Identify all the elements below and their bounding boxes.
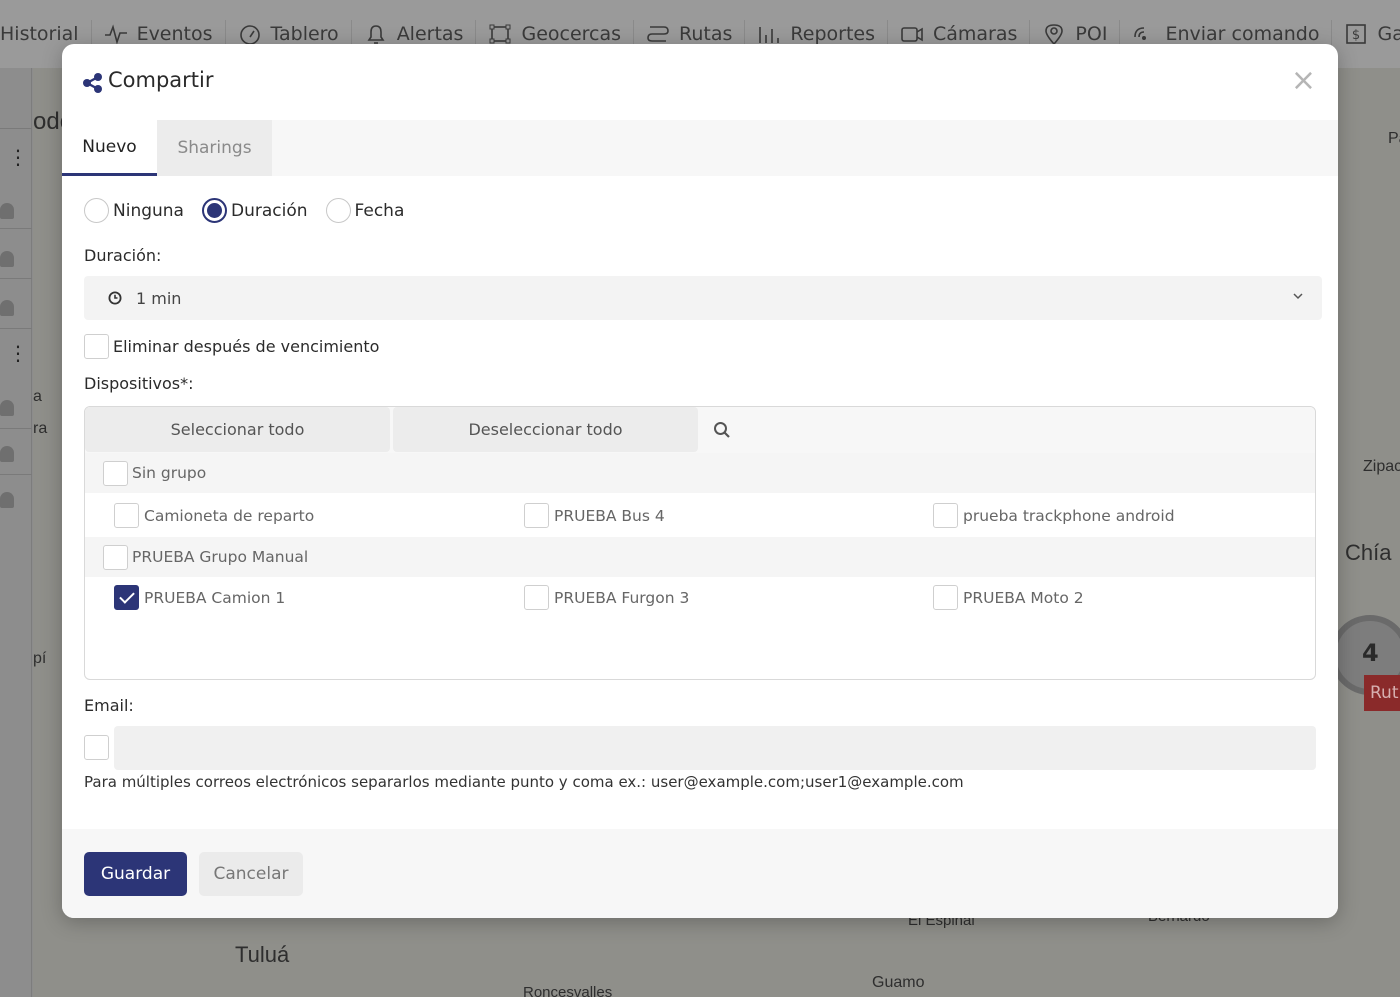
devices-selector: Seleccionar todo Deseleccionar todo Sin … [84,406,1316,680]
delete-after-expiry-option[interactable]: Eliminar después de vencimiento [84,334,379,359]
pin-icon [1045,24,1064,45]
email-input[interactable] [114,726,1316,770]
tab-nuevo[interactable]: Nuevo [62,120,157,176]
modal-header: Compartir × [62,44,1338,120]
nav-gastos[interactable]: $Gastos [1332,20,1400,48]
device-checkbox[interactable] [524,585,549,610]
delete-after-expiry-checkbox[interactable] [84,334,109,359]
user-icon[interactable] [0,492,14,508]
left-toolbar: ⋮ ⋮ [0,68,32,997]
group-name: PRUEBA Grupo Manual [132,548,309,566]
divider [0,428,32,429]
devices-label: Dispositivos*: [84,374,194,393]
divider [0,128,32,129]
device-item[interactable]: Camioneta de reparto [114,503,314,528]
user-icon[interactable] [0,203,14,219]
pulse-icon [104,24,127,45]
select-all-button[interactable]: Seleccionar todo [85,407,390,452]
radio-circle [325,198,351,223]
route-badge[interactable]: Rut [1364,675,1400,711]
share-icon [83,73,102,93]
group-row[interactable]: PRUEBA Grupo Manual [85,537,1315,577]
radio-circle [84,198,109,223]
duration-value: 1 min [136,288,182,308]
device-item[interactable]: PRUEBA Bus 4 [524,503,665,528]
device-item[interactable]: PRUEBA Camion 1 [114,585,285,610]
email-hint: Para múltiples correos electrónicos sepa… [84,773,964,791]
user-icon[interactable] [0,400,14,416]
email-label: Email: [84,696,134,715]
divider [0,228,32,229]
map-label: Tuluá [235,942,290,967]
cancel-button[interactable]: Cancelar [199,852,303,896]
radio-duracion[interactable]: Duración [201,198,308,223]
search-icon[interactable] [713,421,731,439]
user-icon[interactable] [0,446,14,462]
duration-label: Duración: [84,246,162,265]
bell-icon [367,25,385,44]
modal-footer: Guardar Cancelar [62,829,1338,918]
user-icon[interactable] [0,251,14,267]
email-checkbox[interactable] [84,735,109,760]
device-checkbox[interactable] [524,503,549,528]
deselect-all-button[interactable]: Deseleccionar todo [393,407,698,452]
map-label: Pa [1388,130,1400,147]
radio-ninguna[interactable]: Ninguna [84,198,184,223]
device-checkbox[interactable] [933,585,958,610]
user-icon[interactable] [0,300,14,316]
device-checkbox[interactable] [114,585,139,610]
map-label: Zipac [1363,458,1400,475]
group-row[interactable]: Sin grupo [85,453,1315,493]
divider [0,328,32,329]
route-icon [647,26,669,42]
dollar-icon: $ [1346,24,1367,44]
map-label: Chía [1345,540,1392,565]
group-checkbox[interactable] [103,544,128,570]
duration-select[interactable]: 1 min [84,276,1322,320]
radio-fecha[interactable]: Fecha [325,198,404,223]
map-label: Roncesvalles [523,984,613,997]
device-checkbox[interactable] [933,503,958,528]
camera-icon [901,27,923,42]
delete-after-expiry-label: Eliminar después de vencimiento [113,337,380,356]
map-label: Guamo [872,974,925,991]
more-vertical-icon[interactable]: ⋮ [8,343,28,363]
share-modal: Compartir × Nuevo Sharings Ninguna Durac… [62,44,1338,918]
map-label: a [33,388,42,405]
chart-icon [759,27,780,43]
tab-sharings[interactable]: Sharings [157,120,272,176]
map-label: ra [33,420,48,437]
tab-bar-fill [272,120,1338,176]
more-vertical-icon[interactable]: ⋮ [8,147,28,167]
device-item[interactable]: PRUEBA Moto 2 [933,585,1084,610]
device-checkbox[interactable] [114,503,139,528]
divider [0,474,32,475]
save-button[interactable]: Guardar [84,852,187,896]
modal-title: Compartir [108,68,214,92]
device-item[interactable]: prueba trackphone android [933,503,1175,528]
svg-text:$: $ [1352,28,1360,43]
group-checkbox[interactable] [103,460,128,486]
email-row [84,726,1316,770]
chevron-down-icon [1293,293,1303,300]
close-icon[interactable]: × [1291,66,1316,96]
group-name: Sin grupo [132,464,207,482]
radio-circle [201,198,227,223]
map-label: pí [33,650,47,667]
gauge-icon [239,25,260,45]
device-item[interactable]: PRUEBA Furgon 3 [524,585,689,610]
geofence-icon [489,24,511,44]
devices-toolbar: Seleccionar todo Deseleccionar todo [85,407,1315,453]
divider [0,278,32,279]
clock-icon [108,291,122,305]
tab-bar: Nuevo Sharings [62,120,1338,176]
signal-icon [1134,27,1147,40]
expiration-radio-group: Ninguna Duración Fecha [84,198,422,223]
